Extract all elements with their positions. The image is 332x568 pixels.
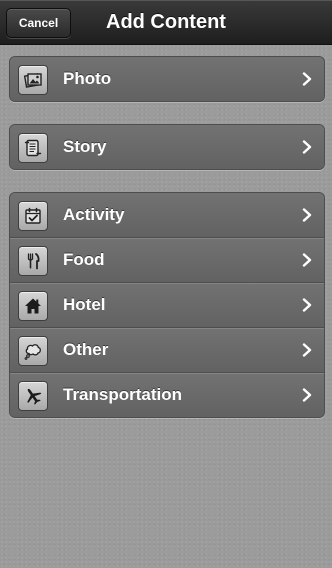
page-title: Add Content (0, 0, 332, 44)
row-transportation[interactable]: Transportation (10, 372, 324, 417)
row-label-photo: Photo (63, 69, 112, 88)
content-group-story: Story (9, 124, 325, 170)
content-group-categories: Activity Food Hotel Other Transportation (9, 192, 325, 418)
thought-bubble-icon (18, 336, 48, 366)
page-title-text: Add Content (106, 10, 226, 33)
chevron-right-icon (302, 125, 312, 169)
row-story[interactable]: Story (10, 125, 324, 169)
row-other[interactable]: Other (10, 327, 324, 372)
row-photo[interactable]: Photo (10, 57, 324, 101)
row-label-activity: Activity (63, 205, 125, 224)
row-hotel[interactable]: Hotel (10, 282, 324, 327)
chevron-right-icon (302, 193, 312, 237)
row-label-other: Other (63, 340, 109, 359)
airplane-icon (18, 381, 48, 411)
photo-icon (18, 65, 48, 95)
row-activity[interactable]: Activity (10, 193, 324, 237)
row-food[interactable]: Food (10, 237, 324, 282)
scroll-icon (18, 133, 48, 163)
chevron-right-icon (302, 57, 312, 101)
row-label-story: Story (63, 137, 107, 156)
row-label-food: Food (63, 250, 105, 269)
chevron-right-icon (302, 238, 312, 282)
chevron-right-icon (302, 328, 312, 372)
chevron-right-icon (302, 373, 312, 417)
house-icon (18, 291, 48, 321)
row-label-hotel: Hotel (63, 295, 106, 314)
content-group-media: Photo (9, 56, 325, 102)
chevron-right-icon (302, 283, 312, 327)
fork-knife-icon (18, 246, 48, 276)
navigation-bar: Cancel Add Content (0, 0, 332, 45)
calendar-check-icon (18, 201, 48, 231)
row-label-transportation: Transportation (63, 385, 183, 404)
